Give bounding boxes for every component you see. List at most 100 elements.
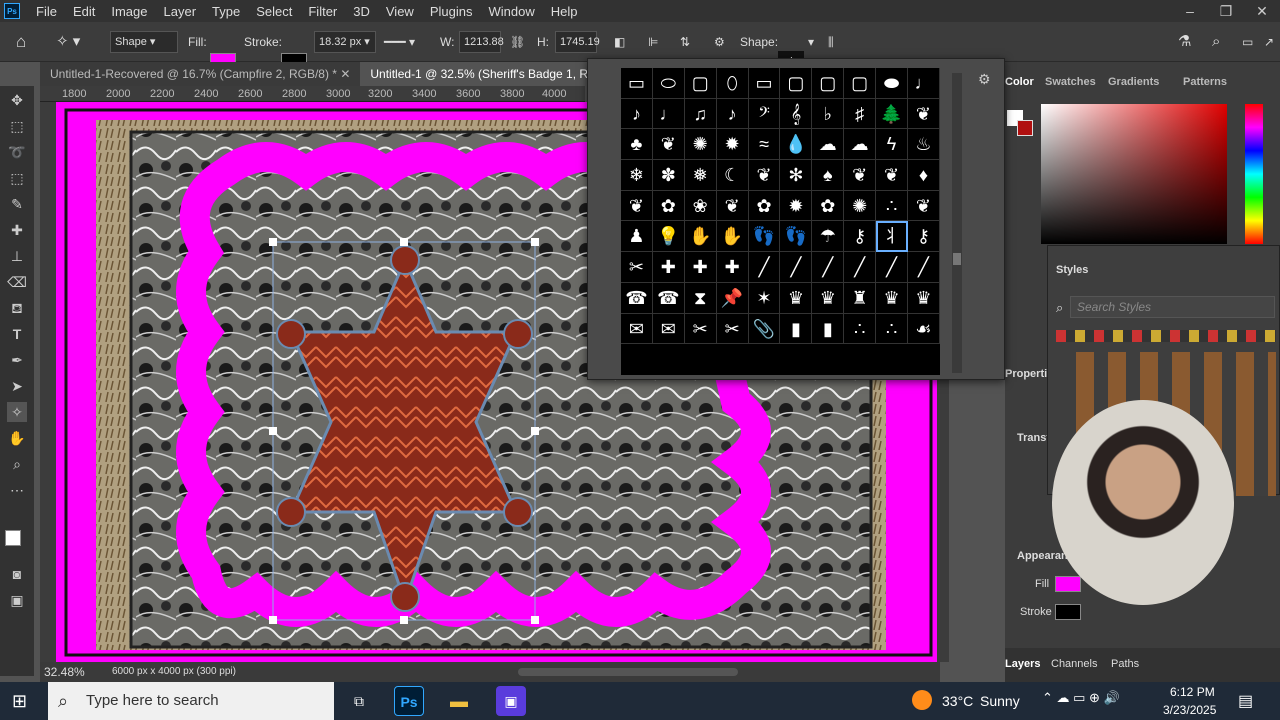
shape-preset-cell[interactable]: ✻ <box>780 160 813 191</box>
height-field[interactable]: 1745.19 <box>555 31 600 53</box>
shape-preset-cell[interactable]: ♩ <box>652 98 685 130</box>
shape-preset-cell[interactable]: ⬬ <box>876 68 909 99</box>
menu-3d[interactable]: 3D <box>345 4 378 19</box>
color-field[interactable] <box>1041 104 1227 244</box>
custom-shape-tool-icon[interactable]: ✧ <box>7 402 27 422</box>
move-tool-icon[interactable]: ✥ <box>7 90 27 110</box>
gear-icon[interactable]: ⚙ <box>714 31 725 53</box>
type-tool-icon[interactable]: T <box>7 324 27 344</box>
path-select-tool-icon[interactable]: ➤ <box>7 376 27 396</box>
picker-scrollbar[interactable] <box>952 73 962 373</box>
shape-preset-cell[interactable]: ✉ <box>621 313 653 345</box>
shape-preset-cell[interactable]: ϟ <box>876 129 909 161</box>
shape-preset-cell[interactable]: ❦ <box>621 190 653 222</box>
shape-preset-cell[interactable]: ▮ <box>812 313 845 345</box>
shape-preset-cell[interactable]: ▭ <box>748 68 781 99</box>
eraser-tool-icon[interactable]: ⌫ <box>7 272 27 292</box>
styles-search-input[interactable]: Search Styles <box>1070 296 1275 318</box>
shape-preset-cell[interactable]: ✽ <box>652 160 685 191</box>
shape-preset-cell[interactable]: ✿ <box>652 190 685 222</box>
clock-time[interactable]: 6:12 PM <box>1170 685 1215 699</box>
close-icon[interactable]: ✕ <box>1244 0 1280 22</box>
shape-preset-cell[interactable]: 𝄞 <box>780 98 813 130</box>
stroke-width-field[interactable]: 18.32 px ▾ <box>314 31 376 53</box>
shape-preset-cell[interactable]: ✚ <box>716 252 749 283</box>
file-explorer-icon[interactable]: ▬ <box>444 686 474 716</box>
tab-paths[interactable]: Paths <box>1111 658 1139 670</box>
workspace-icon[interactable]: ▭ <box>1242 31 1253 53</box>
shape-preset-cell[interactable]: ☁ <box>844 129 877 161</box>
shape-preset-cell[interactable]: ♨ <box>908 129 940 161</box>
shape-preset-cell[interactable]: ♪ <box>716 98 749 130</box>
clock-date[interactable]: 3/23/2025 <box>1163 703 1216 717</box>
shape-preset-cell[interactable]: ❦ <box>876 160 909 191</box>
shape-preset-cell[interactable]: ✿ <box>812 190 845 222</box>
shape-preset-cell[interactable]: ☁ <box>812 129 845 161</box>
shape-preset-cell[interactable]: ✺ <box>844 190 877 222</box>
shape-preset-cell[interactable]: ✂ <box>684 313 717 345</box>
menu-type[interactable]: Type <box>204 4 248 19</box>
shape-preset-cell[interactable]: ▢ <box>684 68 717 99</box>
windows-start-icon[interactable]: ⊞ <box>12 691 27 712</box>
weather-condition[interactable]: Sunny <box>980 693 1020 709</box>
shape-preset-cell[interactable]: ♭ <box>812 98 845 130</box>
marquee-tool-icon[interactable]: ⬚ <box>7 116 27 136</box>
notification-icon[interactable]: ▤ <box>1238 691 1253 711</box>
shape-preset-cell[interactable]: ♫ <box>684 98 717 130</box>
shape-preset-cell[interactable]: 📎 <box>748 313 781 345</box>
shape-preset-cell[interactable]: ⺦ <box>876 221 909 253</box>
shape-preset-cell[interactable]: ♛ <box>780 282 813 314</box>
shape-preset-cell[interactable]: 👣 <box>780 221 813 253</box>
shape-preset-cell[interactable]: ⚷ <box>908 221 940 253</box>
menu-plugins[interactable]: Plugins <box>422 4 481 19</box>
close-tab-icon[interactable]: ✕ <box>340 67 350 81</box>
shape-preset-cell[interactable]: ✹ <box>780 190 813 222</box>
shape-preset-cell[interactable]: ❦ <box>908 190 940 222</box>
task-view-icon[interactable]: ⧉ <box>344 686 374 716</box>
shape-preset-cell[interactable]: ✚ <box>652 252 685 283</box>
shape-preset-cell[interactable]: ♣ <box>621 129 653 161</box>
shape-preset-cell[interactable]: ♯ <box>844 98 877 130</box>
shape-preset-cell[interactable]: ▮ <box>780 313 813 345</box>
align-edges-icon[interactable]: ⫼ <box>828 31 834 53</box>
pen-tool-icon[interactable]: ✒ <box>7 350 27 370</box>
more-tools-icon[interactable]: ⋯ <box>7 480 27 500</box>
share-icon[interactable]: ↗ <box>1264 31 1274 53</box>
flask-icon[interactable]: ⚗ <box>1178 31 1191 53</box>
shape-preset-cell[interactable]: ▢ <box>844 68 877 99</box>
menu-edit[interactable]: Edit <box>65 4 103 19</box>
hand-tool-icon[interactable]: ✋ <box>7 428 27 448</box>
tray-icons[interactable]: ⌃ ☁ ▭ ⊕ 🔊 <box>1042 690 1120 706</box>
shape-preset-cell[interactable]: ❦ <box>844 160 877 191</box>
shape-preset-cell[interactable]: ∴ <box>844 313 877 345</box>
path-align-icon[interactable]: ⊫ <box>648 31 658 53</box>
quick-mask-icon[interactable]: ◙ <box>7 564 27 584</box>
picker-gear-icon[interactable]: ⚙ <box>978 71 991 88</box>
shape-preset-cell[interactable]: ♩ <box>908 68 940 99</box>
shape-preset-cell[interactable]: ✋ <box>716 221 749 253</box>
menu-filter[interactable]: Filter <box>300 4 345 19</box>
shape-preset-cell[interactable]: ▢ <box>812 68 845 99</box>
shape-preset-cell[interactable]: ✋ <box>684 221 717 253</box>
shape-preset-cell[interactable]: 💡 <box>652 221 685 253</box>
menu-help[interactable]: Help <box>543 4 586 19</box>
shape-preset-cell[interactable]: ❅ <box>684 160 717 191</box>
restore-icon[interactable]: ❐ <box>1208 0 1244 22</box>
shape-preset-cell[interactable]: ❦ <box>908 98 940 130</box>
shape-preset-cell[interactable]: ❦ <box>716 190 749 222</box>
paint-bucket-icon[interactable]: ⛾ <box>7 298 27 318</box>
shape-preset-cell[interactable]: ╱ <box>844 252 877 283</box>
tab-gradients[interactable]: Gradients <box>1108 76 1159 88</box>
chevron-down-icon[interactable]: ▾ <box>808 31 814 53</box>
shape-preset-cell[interactable]: 👣 <box>748 221 781 253</box>
shape-preset-cell[interactable]: ╱ <box>908 252 940 283</box>
shape-preset-cell[interactable]: ╱ <box>780 252 813 283</box>
shape-preset-cell[interactable]: ▭ <box>621 68 653 99</box>
shape-preset-cell[interactable]: ♟ <box>621 221 653 253</box>
shape-preset-cell[interactable]: ✺ <box>684 129 717 161</box>
shape-tool-icon[interactable]: ✧ ▾ <box>56 31 80 53</box>
stroke-type-select[interactable]: ━━━ ▾ <box>384 31 434 53</box>
weather-temp[interactable]: 33°C <box>942 693 973 709</box>
shape-preset-cell[interactable]: ✂ <box>621 252 653 283</box>
shape-preset-cell[interactable]: ❦ <box>652 129 685 161</box>
